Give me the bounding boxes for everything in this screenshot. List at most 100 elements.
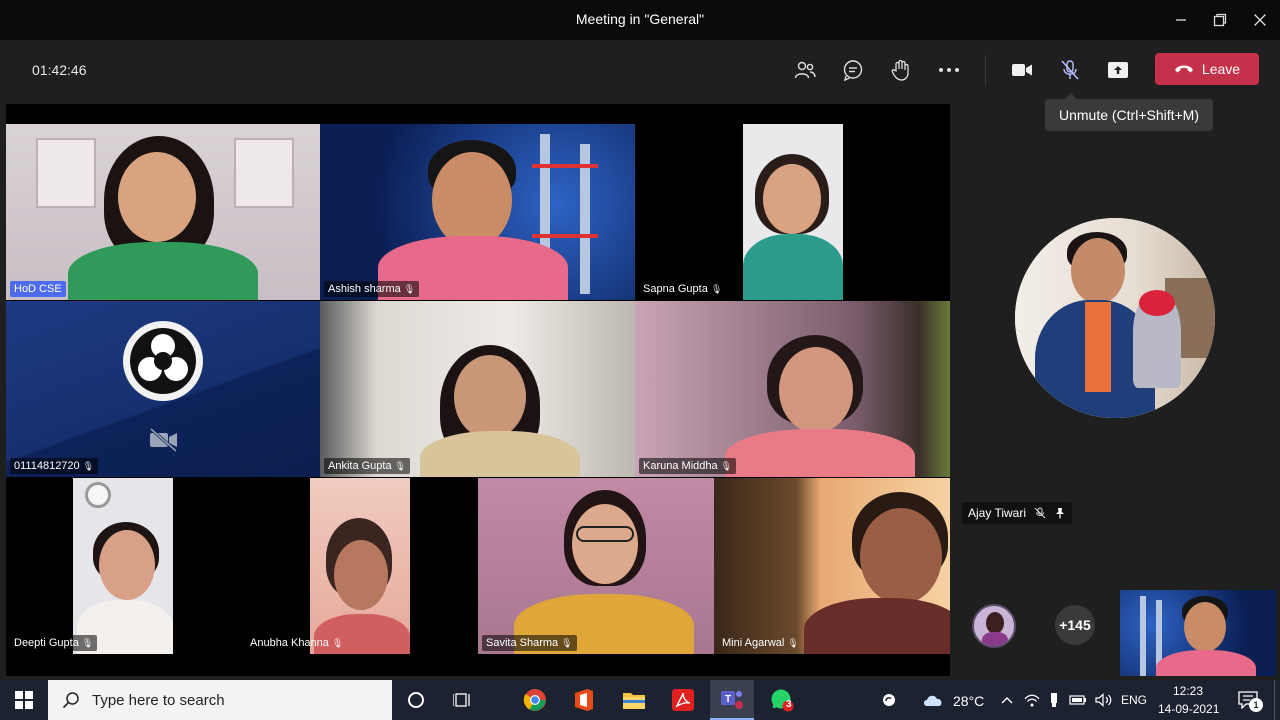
leave-label: Leave bbox=[1201, 61, 1241, 77]
more-icon bbox=[939, 68, 959, 72]
video-camera-icon bbox=[1012, 64, 1032, 76]
minimize-icon bbox=[1176, 19, 1186, 21]
mic-muted-icon: 🎙 bbox=[710, 283, 723, 294]
self-view-video[interactable] bbox=[1120, 590, 1276, 676]
close-button[interactable] bbox=[1243, 6, 1277, 34]
participant-avatar[interactable] bbox=[972, 604, 1016, 648]
participant-name-label: Deepti Gupta 🎙 bbox=[10, 635, 98, 651]
meeting-toolbar: 01:42:46 Leave bbox=[0, 40, 1280, 100]
restore-icon bbox=[1213, 13, 1227, 27]
acrobat-taskbar-button[interactable] bbox=[661, 680, 705, 720]
video-tile[interactable]: 01114812720 🎙 bbox=[6, 301, 320, 477]
participant-name-label: Anubha Khanna 🎙 bbox=[250, 637, 344, 649]
start-button[interactable] bbox=[0, 680, 48, 720]
action-center-button[interactable]: 1 bbox=[1232, 680, 1264, 720]
mic-muted-icon: 🎙 bbox=[720, 460, 733, 471]
camera-button[interactable] bbox=[1006, 56, 1038, 84]
toolbar-divider bbox=[985, 55, 986, 85]
video-tile[interactable]: Ankita Gupta 🎙 bbox=[320, 301, 635, 477]
more-actions-button[interactable] bbox=[933, 56, 965, 84]
usb-icon bbox=[1051, 693, 1057, 707]
pin-icon bbox=[1056, 508, 1065, 519]
chat-button[interactable] bbox=[837, 56, 869, 84]
obs-logo-icon bbox=[123, 321, 203, 401]
volume-button[interactable] bbox=[1093, 680, 1115, 720]
participant-name-label: Savita Sharma 🎙 bbox=[482, 635, 577, 651]
share-tray-icon bbox=[1108, 62, 1128, 78]
notification-badge: 1 bbox=[1249, 698, 1263, 712]
whatsapp-taskbar-button[interactable]: 3 bbox=[760, 680, 804, 720]
leave-button[interactable]: Leave bbox=[1155, 53, 1259, 85]
minimize-button[interactable] bbox=[1164, 6, 1198, 34]
mic-muted-icon: 🎙 bbox=[81, 637, 94, 648]
more-participants-button[interactable]: +145 bbox=[1055, 605, 1095, 645]
network-button[interactable] bbox=[1022, 680, 1042, 720]
usb-device-button[interactable] bbox=[1045, 680, 1063, 720]
video-tile[interactable]: Anubha Khanna 🎙 bbox=[242, 478, 478, 654]
svg-text:T: T bbox=[725, 694, 731, 705]
cloud-icon bbox=[924, 695, 942, 706]
clock-date[interactable]: 14-09-2021 bbox=[1158, 702, 1219, 716]
mic-muted-icon: 🎙 bbox=[787, 637, 799, 648]
video-tile[interactable]: Savita Sharma 🎙 bbox=[478, 478, 714, 654]
office-taskbar-button[interactable] bbox=[562, 680, 606, 720]
video-tile[interactable]: Mini Agarwal 🎙 bbox=[714, 478, 950, 654]
chat-icon bbox=[843, 60, 863, 81]
participants-button[interactable] bbox=[789, 56, 821, 84]
windows-taskbar: Type here to search T 3 28°C ENG 12:23 1… bbox=[0, 680, 1280, 720]
mic-muted-icon: 🎙 bbox=[561, 637, 573, 648]
battery-button[interactable] bbox=[1067, 680, 1089, 720]
participant-name-label: Mini Agarwal 🎙 bbox=[722, 637, 799, 649]
mic-muted-icon: 🎙 bbox=[82, 460, 95, 471]
raise-hand-button[interactable] bbox=[885, 56, 917, 84]
teams-taskbar-button[interactable]: T bbox=[710, 680, 754, 720]
share-screen-button[interactable] bbox=[1102, 56, 1134, 84]
video-tile[interactable]: Deepti Gupta 🎙 bbox=[6, 478, 242, 654]
cortana-button[interactable] bbox=[396, 680, 436, 720]
participant-name-label: Karuna Middha 🎙 bbox=[639, 458, 737, 474]
battery-icon bbox=[1069, 695, 1086, 705]
sync-icon bbox=[883, 694, 895, 706]
clock-time[interactable]: 12:23 bbox=[1173, 684, 1203, 698]
participant-name-label: Sapna Gupta 🎙 bbox=[639, 281, 727, 297]
pdf-icon bbox=[672, 689, 694, 711]
participant-name-label: Ashish sharma 🎙 bbox=[324, 281, 420, 297]
microphone-button[interactable] bbox=[1054, 56, 1086, 84]
chrome-taskbar-button[interactable] bbox=[513, 680, 557, 720]
participant-name-label: 01114812720 🎙 bbox=[10, 458, 99, 474]
folder-icon bbox=[623, 693, 645, 709]
mic-muted-icon: 🎙 bbox=[331, 637, 344, 648]
restore-button[interactable] bbox=[1203, 6, 1237, 34]
title-bar: Meeting in "General" bbox=[0, 0, 1280, 40]
task-view-button[interactable] bbox=[443, 680, 483, 720]
speaker-icon bbox=[1095, 693, 1112, 707]
spotlight-video[interactable] bbox=[1015, 218, 1215, 418]
participant-name-label: HoD CSE bbox=[10, 281, 66, 297]
windows-logo-icon bbox=[15, 691, 33, 709]
close-icon bbox=[1254, 14, 1266, 26]
chevron-up-icon bbox=[1001, 697, 1013, 704]
search-placeholder: Type here to search bbox=[92, 691, 225, 709]
video-tile[interactable]: Ashish sharma 🎙 bbox=[320, 124, 635, 300]
office-icon bbox=[575, 689, 593, 711]
input-language[interactable]: ENG bbox=[1121, 693, 1147, 707]
mic-muted-icon bbox=[1034, 507, 1046, 519]
wifi-icon bbox=[1024, 694, 1040, 707]
show-desktop-button[interactable] bbox=[1274, 680, 1280, 720]
search-icon bbox=[62, 692, 79, 709]
whatsapp-badge: 3 bbox=[786, 699, 792, 710]
show-hidden-icons-button[interactable] bbox=[998, 680, 1016, 720]
video-off-icon bbox=[148, 427, 180, 458]
chrome-icon bbox=[523, 689, 546, 711]
sync-tray-button[interactable] bbox=[876, 680, 902, 720]
weather-button[interactable] bbox=[920, 680, 946, 720]
people-icon bbox=[794, 61, 816, 79]
video-tile[interactable]: Karuna Middha 🎙 bbox=[635, 301, 950, 477]
file-explorer-taskbar-button[interactable] bbox=[612, 680, 656, 720]
video-tile[interactable]: HoD CSE bbox=[6, 124, 320, 300]
taskbar-search-box[interactable]: Type here to search bbox=[48, 680, 392, 720]
microphone-muted-icon bbox=[1061, 60, 1079, 80]
video-tile[interactable]: Sapna Gupta 🎙 bbox=[635, 124, 950, 300]
window-title: Meeting in "General" bbox=[575, 11, 705, 27]
teams-icon: T bbox=[721, 691, 743, 709]
